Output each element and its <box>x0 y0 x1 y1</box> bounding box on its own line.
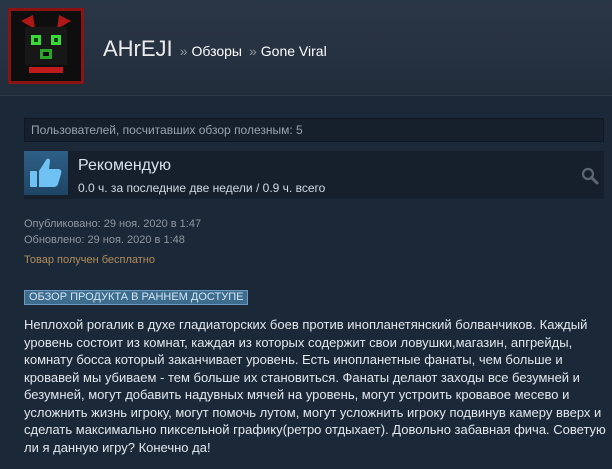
breadcrumb-game-link[interactable]: Gone Viral <box>261 43 327 59</box>
review-text: Неплохой рогалик в духе гладиаторских бо… <box>24 317 606 455</box>
username-link[interactable]: AHrEJI <box>103 36 173 62</box>
profile-header: AHrEJI » Обзоры » Gone Viral <box>0 0 612 96</box>
early-access-badge: ОБЗОР ПРОДУКТА В РАННЕМ ДОСТУПЕ <box>24 290 249 305</box>
breadcrumb-separator: » <box>179 43 188 59</box>
free-product-note: Товар получен бесплатно <box>24 254 155 266</box>
magnifier-icon[interactable] <box>580 166 600 186</box>
recommendation-box: Рекомендую 0.0 ч. за последние две недел… <box>24 151 604 199</box>
updated-date: Обновлено: 29 ноя. 2020 в 1:48 <box>24 234 185 246</box>
helpful-count: Пользователей, посчитавших обзор полезны… <box>24 118 604 142</box>
breadcrumb-reviews-link[interactable]: Обзоры <box>191 43 242 59</box>
playtime-hours: 0.0 ч. за последние две недели / 0.9 ч. … <box>78 181 326 195</box>
breadcrumb-separator: » <box>248 43 257 59</box>
recommendation-title: Рекомендую <box>78 157 172 174</box>
thumbs-up-icon <box>24 151 68 195</box>
breadcrumb: AHrEJI » Обзоры » Gone Viral <box>103 36 327 62</box>
posted-date: Опубликовано: 29 ноя. 2020 в 1:47 <box>24 218 202 230</box>
avatar-image <box>11 11 81 81</box>
avatar[interactable] <box>8 8 84 84</box>
